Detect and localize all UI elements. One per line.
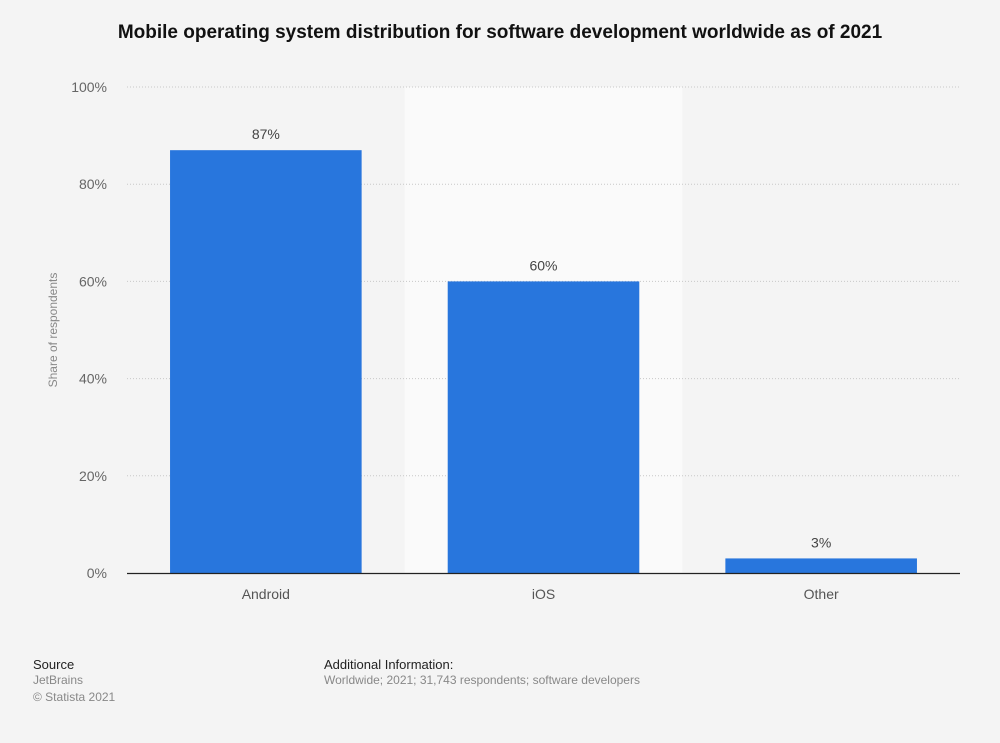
y-tick-label: 40% bbox=[79, 371, 107, 387]
data-label: 60% bbox=[529, 257, 557, 273]
bar-chart: 0% 20% 40% 60% 80% 100% Share of respondents 87… bbox=[46, 79, 960, 602]
y-tick-label: 60% bbox=[79, 273, 107, 289]
x-tick-label: iOS bbox=[532, 586, 555, 602]
bar-android[interactable] bbox=[170, 150, 362, 573]
additional-info-heading: Additional Information: bbox=[324, 657, 454, 672]
data-label: 87% bbox=[252, 126, 280, 142]
source-heading: Source bbox=[33, 657, 75, 672]
x-tick-label: Other bbox=[804, 586, 839, 602]
y-axis-label: Share of respondents bbox=[46, 273, 60, 388]
bar-other[interactable] bbox=[725, 558, 917, 573]
additional-info-block: Additional Information: Worldwide; 2021;… bbox=[324, 657, 640, 689]
y-tick-label: 0% bbox=[87, 565, 107, 581]
y-tick-label: 20% bbox=[79, 468, 107, 484]
y-tick-label: 80% bbox=[79, 176, 107, 192]
bar-ios[interactable] bbox=[447, 281, 640, 573]
source-block: Source JetBrains © Statista 2021 bbox=[33, 657, 115, 706]
data-label: 3% bbox=[811, 534, 831, 550]
additional-info-text: Worldwide; 2021; 31,743 respondents; sof… bbox=[324, 673, 640, 687]
source-name[interactable]: JetBrains bbox=[33, 672, 115, 689]
y-tick-label: 100% bbox=[71, 79, 107, 95]
x-tick-label: Android bbox=[242, 586, 290, 602]
copyright: © Statista 2021 bbox=[33, 690, 116, 704]
